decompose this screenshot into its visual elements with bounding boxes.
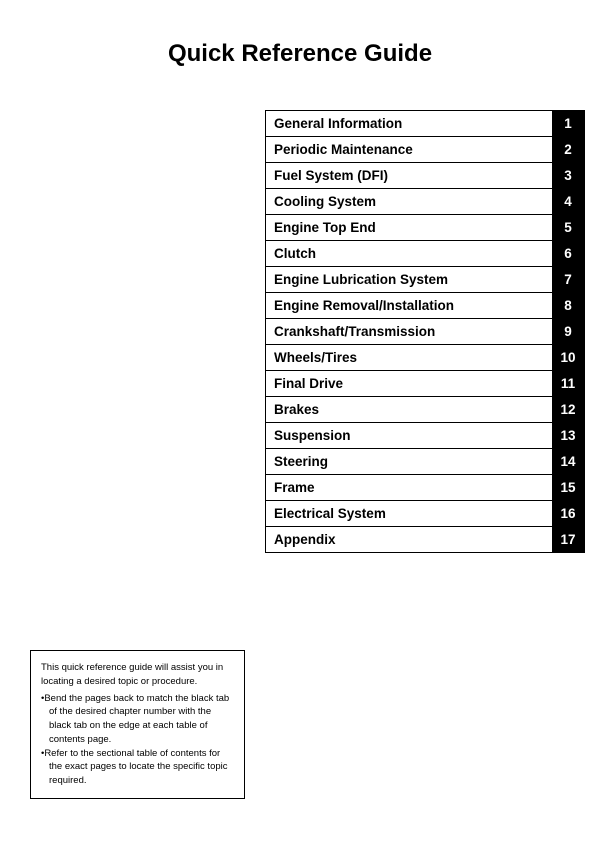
toc-item-label: Brakes [266, 397, 552, 422]
toc-row[interactable]: Clutch6 [265, 240, 585, 266]
toc-item-label: Crankshaft/Transmission [266, 319, 552, 344]
toc-item-label: Cooling System [266, 189, 552, 214]
toc-row[interactable]: Periodic Maintenance2 [265, 136, 585, 162]
toc-container: General Information1Periodic Maintenance… [265, 110, 585, 553]
toc-row[interactable]: Suspension13 [265, 422, 585, 448]
toc-item-number: 4 [552, 189, 584, 214]
toc-item-number: 16 [552, 501, 584, 526]
toc-row[interactable]: Appendix17 [265, 526, 585, 553]
toc-item-label: Final Drive [266, 371, 552, 396]
toc-row[interactable]: Engine Lubrication System7 [265, 266, 585, 292]
toc-row[interactable]: Wheels/Tires10 [265, 344, 585, 370]
toc-row[interactable]: Cooling System4 [265, 188, 585, 214]
toc-item-number: 13 [552, 423, 584, 448]
info-bullet-1: •Bend the pages back to match the black … [49, 692, 234, 747]
toc-item-number: 12 [552, 397, 584, 422]
toc-item-number: 11 [552, 371, 584, 396]
info-intro: This quick reference guide will assist y… [41, 661, 234, 689]
toc-item-number: 2 [552, 137, 584, 162]
toc-item-number: 14 [552, 449, 584, 474]
toc-item-label: Frame [266, 475, 552, 500]
toc-item-number: 3 [552, 163, 584, 188]
toc-item-number: 9 [552, 319, 584, 344]
toc-row[interactable]: Final Drive11 [265, 370, 585, 396]
toc-item-label: Fuel System (DFI) [266, 163, 552, 188]
toc-item-number: 6 [552, 241, 584, 266]
toc-item-label: Periodic Maintenance [266, 137, 552, 162]
toc-row[interactable]: Fuel System (DFI)3 [265, 162, 585, 188]
toc-item-label: Steering [266, 449, 552, 474]
toc-item-label: Electrical System [266, 501, 552, 526]
toc-row[interactable]: Frame15 [265, 474, 585, 500]
toc-item-label: Engine Top End [266, 215, 552, 240]
toc-item-label: Wheels/Tires [266, 345, 552, 370]
toc-item-label: Appendix [266, 527, 552, 552]
toc-item-number: 5 [552, 215, 584, 240]
toc-item-number: 17 [552, 527, 584, 552]
toc-item-label: Clutch [266, 241, 552, 266]
toc-row[interactable]: General Information1 [265, 110, 585, 136]
toc-row[interactable]: Steering14 [265, 448, 585, 474]
toc-item-number: 15 [552, 475, 584, 500]
page-title: Quick Reference Guide [0, 0, 600, 88]
toc-row[interactable]: Brakes12 [265, 396, 585, 422]
toc-item-number: 8 [552, 293, 584, 318]
toc-item-number: 10 [552, 345, 584, 370]
toc-item-label: General Information [266, 111, 552, 136]
toc-item-label: Engine Lubrication System [266, 267, 552, 292]
toc-item-number: 1 [552, 111, 584, 136]
toc-row[interactable]: Engine Removal/Installation8 [265, 292, 585, 318]
info-box: This quick reference guide will assist y… [30, 650, 245, 799]
toc-item-label: Suspension [266, 423, 552, 448]
info-bullet-2: •Refer to the sectional table of content… [49, 747, 234, 788]
toc-row[interactable]: Crankshaft/Transmission9 [265, 318, 585, 344]
toc-item-label: Engine Removal/Installation [266, 293, 552, 318]
toc-row[interactable]: Engine Top End5 [265, 214, 585, 240]
toc-row[interactable]: Electrical System16 [265, 500, 585, 526]
toc-item-number: 7 [552, 267, 584, 292]
